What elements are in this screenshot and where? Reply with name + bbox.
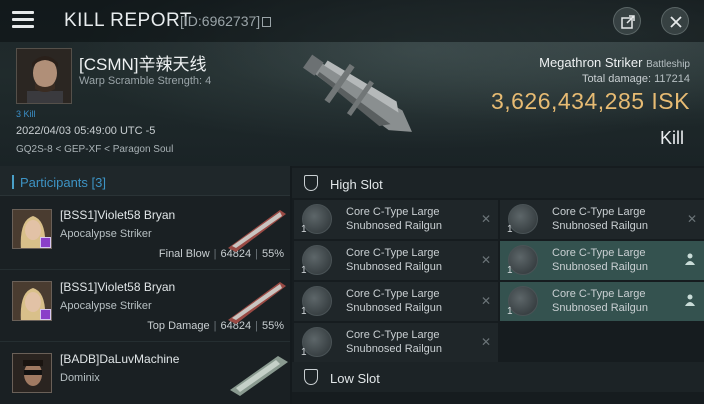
pilot-icon — [685, 294, 695, 306]
share-button[interactable] — [613, 7, 641, 35]
participant-tag: Top Damage — [147, 320, 210, 332]
rank-badge-icon — [40, 237, 51, 248]
isk-value: 3,626,434,285 ISK — [491, 88, 690, 115]
destroyed-icon: ✕ — [480, 253, 491, 267]
participant-name[interactable]: [BSS1]Violet58 Bryan — [60, 280, 175, 294]
weapon-icon — [228, 282, 286, 324]
destroyed-icon: ✕ — [686, 212, 697, 226]
weapon-icon — [228, 210, 286, 252]
module-name: Core C-Type Large Snubnosed Railgun — [346, 288, 443, 314]
total-damage: Total damage: 117214 — [582, 73, 690, 85]
victim-ship-image[interactable] — [282, 38, 432, 156]
total-damage-value: 117214 — [654, 73, 690, 85]
ship-name-text: Megathron Striker — [539, 55, 643, 70]
avatar — [17, 49, 71, 103]
module-item[interactable]: 1 Core C-Type Large Snubnosed Railgun ✕ — [500, 200, 704, 239]
module-qty: 1 — [301, 224, 307, 235]
high-slot-header: High Slot — [292, 168, 704, 198]
participants-count: [3] — [91, 175, 107, 190]
destroyed-icon: ✕ — [480, 335, 491, 349]
low-slot-label: Low Slot — [330, 371, 380, 386]
module-name: Core C-Type Large Snubnosed Railgun — [346, 206, 443, 232]
participant-ship: Apocalypse Striker — [60, 300, 152, 312]
kill-datetime: 2022/04/03 05:49:00 UTC -5 — [16, 125, 156, 137]
victim-ship-name[interactable]: Megathron Striker Battleship — [539, 55, 690, 70]
module-item[interactable]: 1 Core C-Type Large Snubnosed Railgun ✕ — [294, 282, 498, 321]
participant-row[interactable]: [BADB]DaLuvMachine Dominix — [0, 342, 290, 404]
destroyed-icon: ✕ — [480, 294, 491, 308]
ship-icon — [230, 356, 288, 396]
avatar — [12, 353, 52, 393]
module-qty: 1 — [507, 306, 513, 317]
shield-icon — [304, 369, 318, 385]
victim-portrait[interactable] — [16, 48, 72, 104]
destroyed-icon: ✕ — [480, 212, 491, 226]
isk-unit: ISK — [651, 88, 690, 114]
module-qty: 1 — [301, 265, 307, 276]
participants-panel: Participants [3] [BSS1]Violet58 Bryan Ap… — [0, 166, 290, 404]
report-id-text: [ID:6962737] — [180, 13, 261, 29]
participants-header-bar — [12, 175, 14, 189]
module-name: Core C-Type Large Snubnosed Railgun — [346, 247, 443, 273]
participant-row[interactable]: [BSS1]Violet58 Bryan Apocalypse Striker … — [0, 270, 290, 342]
module-item[interactable]: 1 Core C-Type Large Snubnosed Railgun ✕ — [294, 241, 498, 280]
participant-row[interactable]: [BSS1]Violet58 Bryan Apocalypse Striker … — [0, 198, 290, 270]
ship-class: Battleship — [646, 59, 690, 70]
low-slot-header: Low Slot — [292, 362, 704, 392]
module-qty: 1 — [301, 347, 307, 358]
isk-amount: 3,626,434,285 — [490, 88, 645, 114]
close-icon — [670, 16, 682, 28]
participant-name[interactable]: [BSS1]Violet58 Bryan — [60, 208, 175, 222]
kill-result: Kill — [659, 128, 684, 148]
module-name: Core C-Type Large Snubnosed Railgun — [552, 288, 649, 314]
pilot-icon — [685, 253, 695, 265]
fitting-panel: High Slot 1 Core C-Type Large Snubnosed … — [292, 166, 704, 404]
total-damage-label: Total damage: — [581, 73, 652, 85]
module-name: Core C-Type Large Snubnosed Railgun — [552, 206, 649, 232]
participant-name[interactable]: [BADB]DaLuvMachine — [60, 352, 179, 366]
module-item[interactable]: 1 Core C-Type Large Snubnosed Railgun ✕ — [294, 200, 498, 239]
rank-badge-icon — [40, 309, 51, 320]
participant-ship: Apocalypse Striker — [60, 228, 152, 240]
report-id[interactable]: [ID:6962737] — [180, 13, 272, 29]
module-name: Core C-Type Large Snubnosed Railgun — [552, 247, 649, 273]
participant-tag: Final Blow — [158, 248, 210, 260]
shield-icon — [304, 175, 318, 191]
close-button[interactable] — [661, 7, 689, 35]
participant-ship: Dominix — [60, 372, 100, 384]
victim-name[interactable]: [CSMN]辛辣天线 — [79, 50, 207, 75]
title-bar: KILL REPORT [ID:6962737] — [0, 0, 704, 42]
module-item[interactable]: 1 Core C-Type Large Snubnosed Railgun — [500, 282, 704, 321]
module-item[interactable]: 1 Core C-Type Large Snubnosed Railgun — [500, 241, 704, 280]
high-slot-label: High Slot — [330, 177, 383, 192]
module-qty: 1 — [301, 306, 307, 317]
participants-label-text: Participants — [20, 175, 88, 190]
page-title: KILL REPORT — [64, 10, 192, 31]
kill-summary-panel: KILL REPORT [ID:6962737] [CSMN]辛辣天线 Warp… — [0, 0, 704, 166]
kill-location[interactable]: GQ2S-8 < GEP-XF < Paragon Soul — [16, 144, 173, 155]
copy-icon[interactable] — [262, 17, 272, 27]
module-qty: 1 — [507, 265, 513, 276]
menu-icon[interactable] — [12, 11, 34, 29]
module-name: Core C-Type Large Snubnosed Railgun — [346, 329, 443, 355]
victim-level: 3 Kill — [16, 109, 36, 119]
warp-scramble-strength: Warp Scramble Strength: 4 — [79, 75, 212, 87]
share-icon — [621, 15, 635, 29]
participants-label: Participants [3] — [20, 175, 106, 190]
participants-header[interactable]: Participants [3] — [0, 166, 290, 196]
module-item[interactable]: 1 Core C-Type Large Snubnosed Railgun ✕ — [294, 323, 498, 362]
module-qty: 1 — [507, 224, 513, 235]
